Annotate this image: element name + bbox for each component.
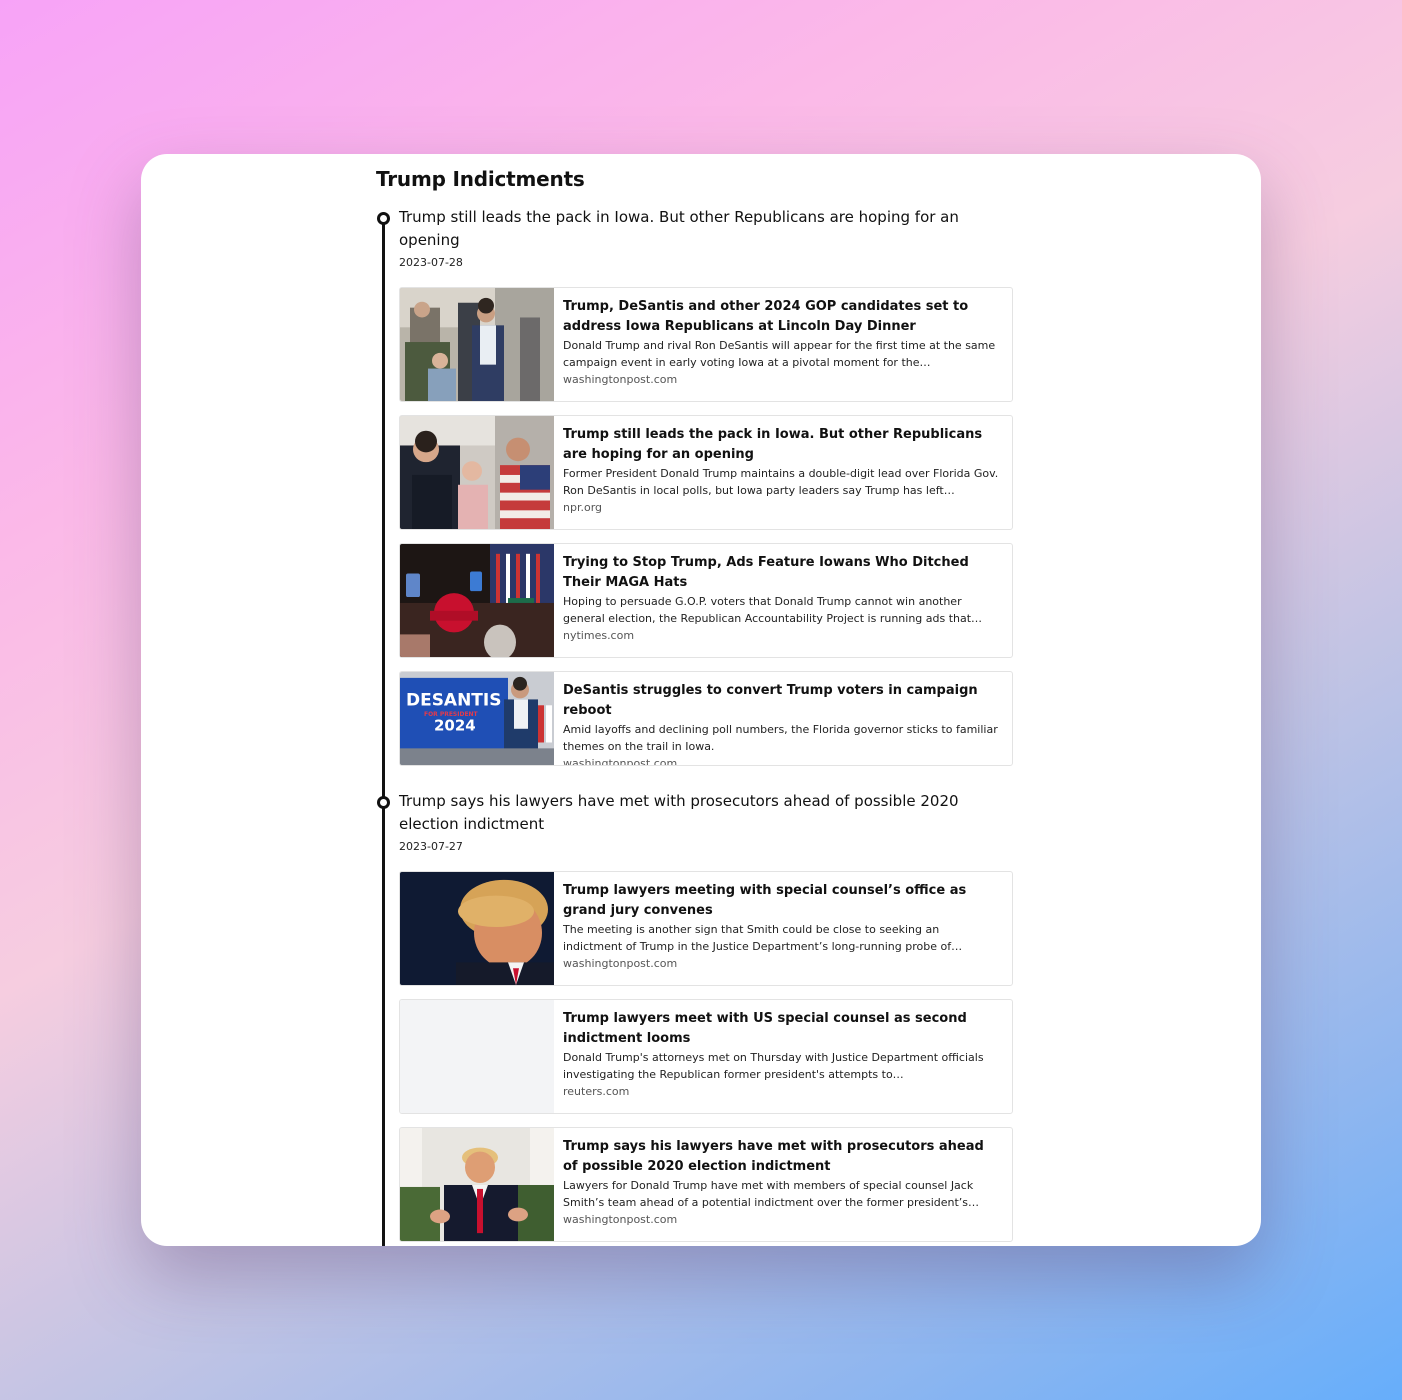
article-title[interactable]: DeSantis struggles to convert Trump vote… — [563, 681, 1000, 721]
article-card[interactable]: Trying to Stop Trump, Ads Feature Iowans… — [399, 543, 1013, 658]
article-card[interactable]: Trump says his lawyers have met with pro… — [399, 1127, 1013, 1242]
article-description: The meeting is another sign that Smith c… — [563, 923, 963, 953]
article-source: washingtonpost.com — [563, 1213, 678, 1226]
article-title[interactable]: Trump lawyers meeting with special couns… — [563, 881, 1000, 921]
article-title[interactable]: Trump, DeSantis and other 2024 GOP candi… — [563, 297, 1000, 337]
event-date: 2023-07-28 — [399, 256, 463, 269]
event-title[interactable]: Trump still leads the pack in Iowa. But … — [399, 206, 989, 252]
article-source: washingtonpost.com — [563, 757, 678, 766]
event-title[interactable]: Trump says his lawyers have met with pro… — [399, 790, 989, 836]
banner-text-year: 2024 — [434, 718, 476, 735]
article-card[interactable]: Trump lawyers meet with US special couns… — [399, 999, 1013, 1114]
timeline-window: Trump Indictments Trump still leads the … — [141, 154, 1261, 1246]
article-source: reuters.com — [563, 1085, 630, 1098]
article-description: Donald Trump and rival Ron DeSantis will… — [563, 339, 996, 369]
article-thumbnail — [400, 1128, 554, 1241]
timeline-node-icon — [377, 212, 390, 225]
article-thumbnail — [400, 288, 554, 401]
article-title[interactable]: Trump lawyers meet with US special couns… — [563, 1009, 1000, 1049]
article-thumbnail-placeholder — [400, 1000, 554, 1113]
article-card[interactable]: Trump still leads the pack in Iowa. But … — [399, 415, 1013, 530]
article-card[interactable]: DESANTIS FOR PRESIDENT 2024 DeSantis str… — [399, 671, 1013, 766]
article-thumbnail — [400, 544, 554, 657]
article-thumbnail — [400, 872, 554, 985]
article-source: npr.org — [563, 501, 603, 514]
event-date: 2023-07-27 — [399, 840, 463, 853]
article-description: Lawyers for Donald Trump have met with m… — [563, 1179, 980, 1209]
article-source: nytimes.com — [563, 629, 635, 642]
article-card[interactable]: Trump lawyers meeting with special couns… — [399, 871, 1013, 986]
timeline-line — [382, 222, 385, 1246]
article-description: Donald Trump's attorneys met on Thursday… — [563, 1051, 984, 1081]
article-description: Former President Donald Trump maintains … — [563, 467, 999, 497]
article-source: washingtonpost.com — [563, 373, 678, 386]
article-title[interactable]: Trump still leads the pack in Iowa. But … — [563, 425, 1000, 465]
article-card[interactable]: Trump, DeSantis and other 2024 GOP candi… — [399, 287, 1013, 402]
timeline-node-icon — [377, 796, 390, 809]
article-title[interactable]: Trump says his lawyers have met with pro… — [563, 1137, 1000, 1177]
article-description: Hoping to persuade G.O.P. voters that Do… — [563, 595, 983, 625]
article-source: washingtonpost.com — [563, 957, 678, 970]
article-thumbnail — [400, 416, 554, 529]
page-title: Trump Indictments — [376, 167, 585, 191]
article-title[interactable]: Trying to Stop Trump, Ads Feature Iowans… — [563, 553, 1000, 593]
banner-text-name: DESANTIS — [406, 689, 501, 709]
article-description: Amid layoffs and declining poll numbers,… — [563, 723, 998, 753]
article-thumbnail: DESANTIS FOR PRESIDENT 2024 — [400, 672, 554, 765]
